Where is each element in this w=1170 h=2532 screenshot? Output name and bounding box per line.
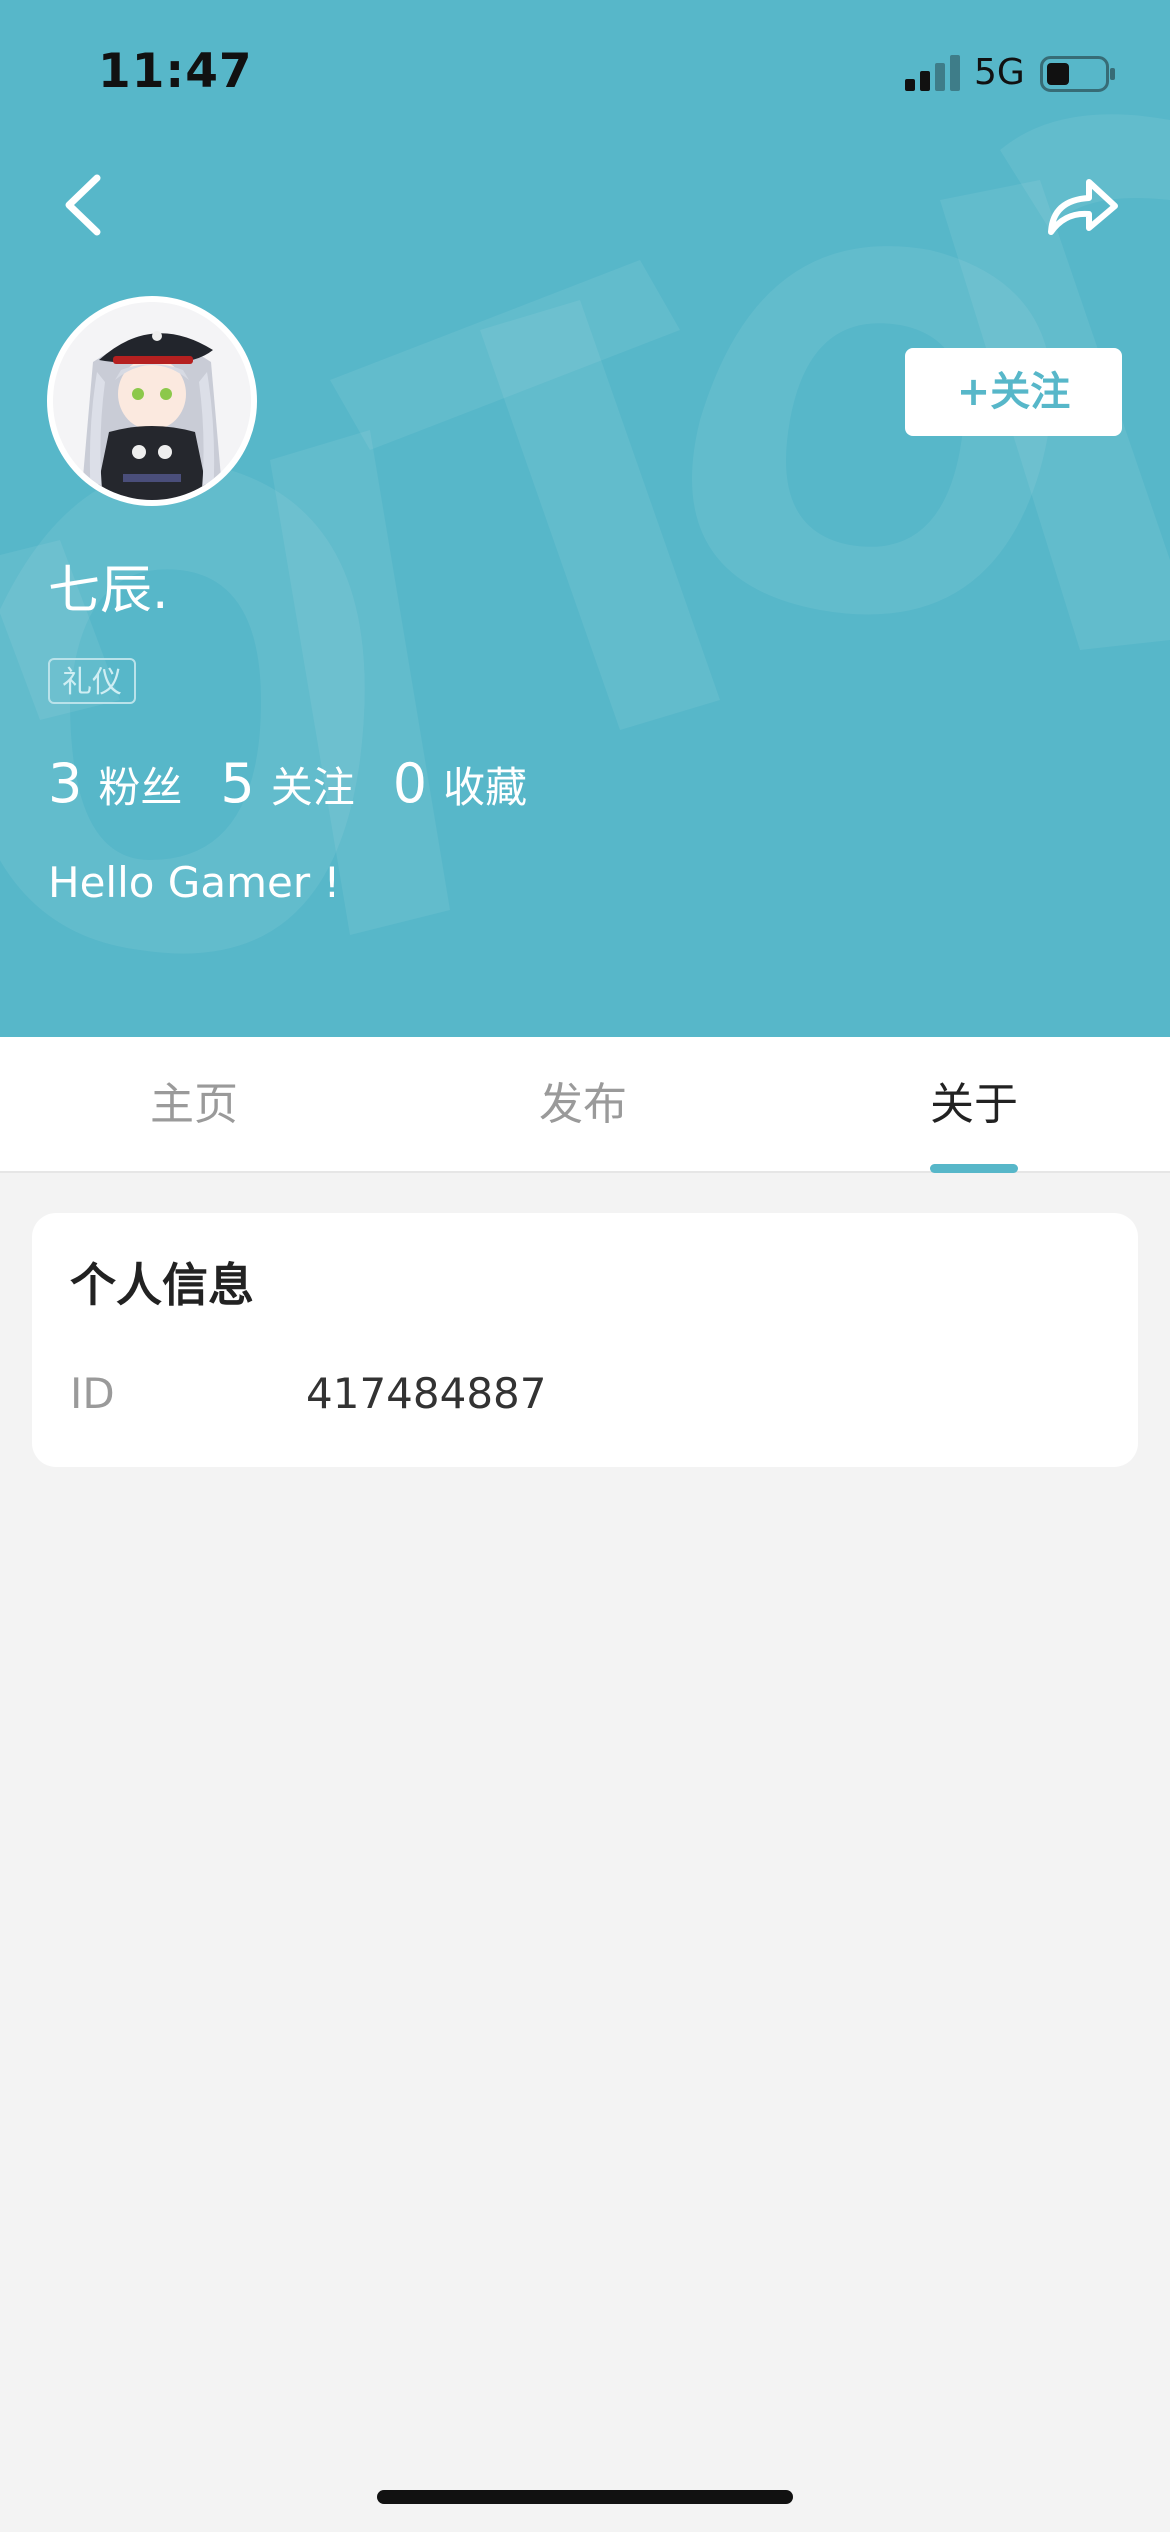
network-label: 5G <box>974 52 1025 93</box>
info-row-label-id: ID <box>70 1369 115 1418</box>
tab-home[interactable]: 主页 <box>104 1037 284 1173</box>
stat-favorites-label: 收藏 <box>443 763 528 812</box>
stat-following-count: 5 <box>220 752 255 815</box>
avatar[interactable] <box>47 296 257 506</box>
avatar-image <box>53 302 251 500</box>
follow-button[interactable]: +关注 <box>905 348 1122 436</box>
battery-icon <box>1040 56 1115 92</box>
chevron-left-icon <box>65 174 101 236</box>
stat-favorites-count: 0 <box>392 752 428 815</box>
stat-following-label: 关注 <box>270 763 355 812</box>
card-title: 个人信息 <box>70 1258 254 1312</box>
personal-info-card: 个人信息 ID 417484887 <box>32 1213 1138 1467</box>
tab-posts[interactable]: 发布 <box>493 1037 673 1173</box>
stat-followers-label: 粉丝 <box>98 763 183 812</box>
status-bar: 11:47 5G <box>0 0 1170 140</box>
username: 七辰. <box>48 561 169 621</box>
profile-screen: 11:47 5G +关注 七辰. 礼仪 3 粉丝 5 关注 0 收藏 Hello… <box>0 0 1170 2532</box>
share-button[interactable] <box>1045 170 1120 240</box>
stat-followers[interactable]: 3 粉丝 <box>48 752 182 815</box>
home-indicator[interactable] <box>377 2490 793 2504</box>
stat-favorites[interactable]: 0 收藏 <box>393 752 527 815</box>
user-tag-badge: 礼仪 <box>48 658 136 704</box>
signal-bars-icon <box>905 55 960 91</box>
status-time: 11:47 <box>98 44 253 99</box>
stat-followers-count: 3 <box>48 752 83 815</box>
profile-header: 11:47 5G +关注 七辰. 礼仪 3 粉丝 5 关注 0 收藏 Hello… <box>0 0 1170 1037</box>
profile-stats: 3 粉丝 5 关注 0 收藏 <box>48 752 565 822</box>
share-arrow-icon <box>1048 179 1118 235</box>
back-button[interactable] <box>55 170 115 240</box>
user-bio: Hello Gamer ! <box>48 858 341 907</box>
active-tab-indicator <box>930 1164 1018 1173</box>
profile-tabs: 主页 发布 关于 <box>0 1037 1170 1173</box>
tab-about[interactable]: 关于 <box>884 1037 1064 1173</box>
info-row-value-id: 417484887 <box>306 1369 547 1418</box>
stat-following[interactable]: 5 关注 <box>220 752 354 815</box>
